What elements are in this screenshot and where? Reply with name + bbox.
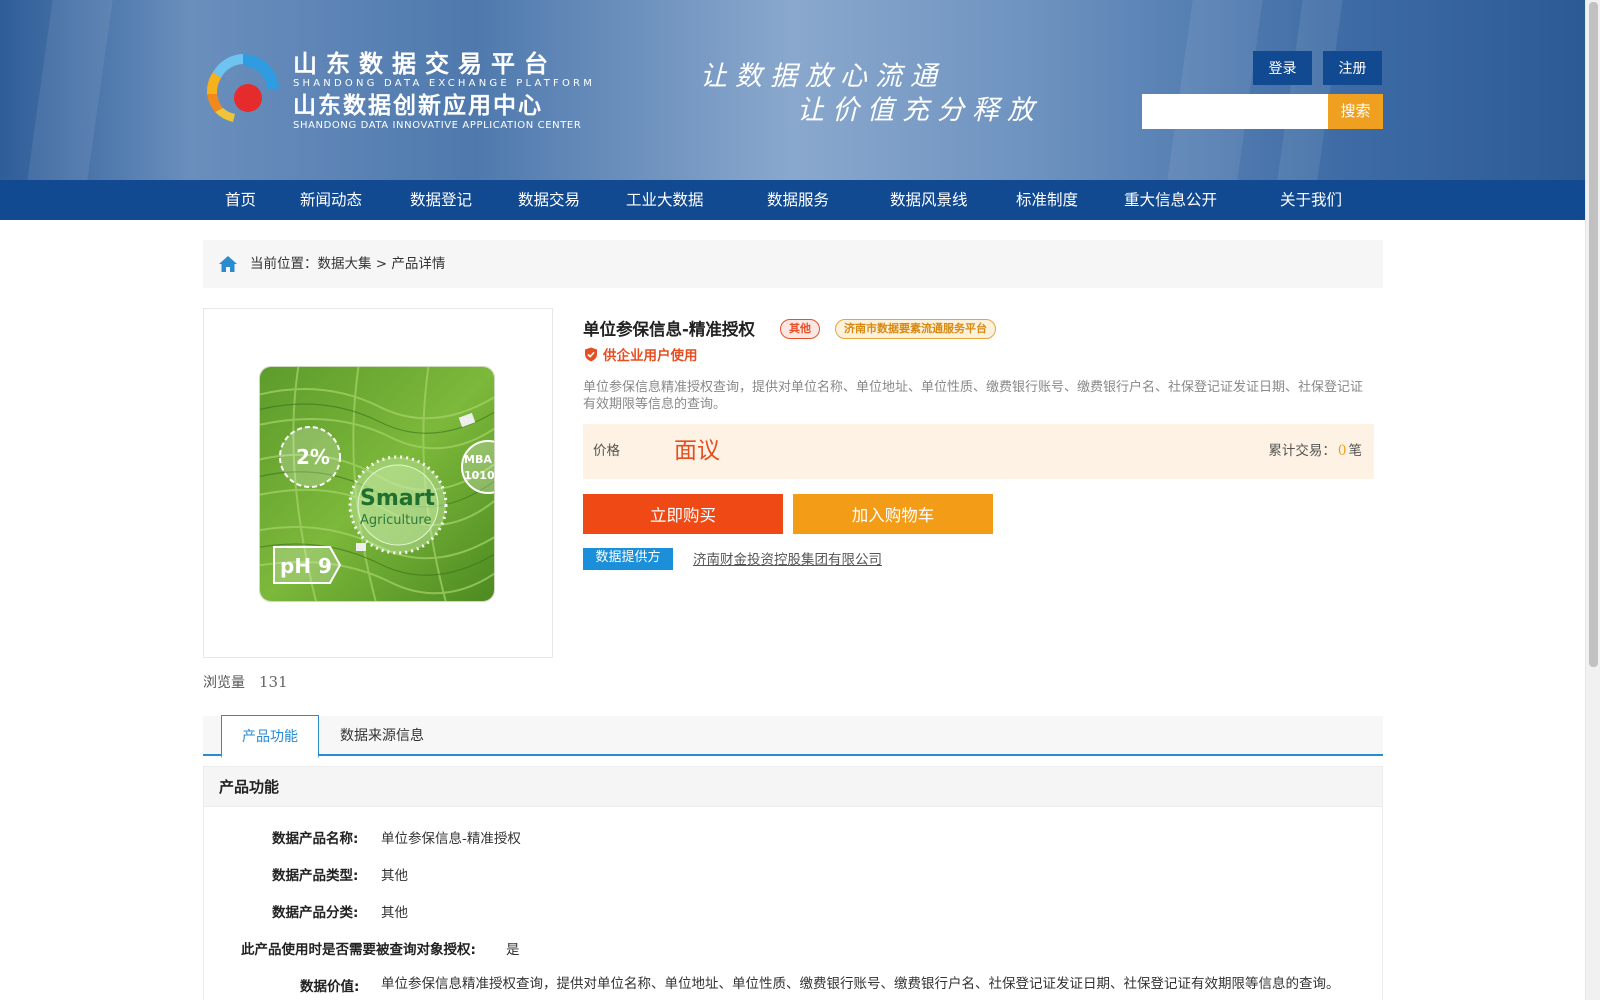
scrollbar-thumb[interactable] xyxy=(1589,2,1598,667)
brand-cn-title: 山东数据交易平台 xyxy=(293,50,557,78)
info-key: 此产品使用时是否需要被查询对象授权: xyxy=(241,942,476,958)
image-ph-label: pH 9 xyxy=(280,554,332,578)
provider-link[interactable]: 济南财金投资控股集团有限公司 xyxy=(693,548,882,568)
buy-now-button[interactable]: 立即购买 xyxy=(583,494,783,534)
image-percent-label: 2% xyxy=(296,445,330,469)
nav-item-standards[interactable]: 标准制度 xyxy=(1016,180,1078,220)
product-type-tag: 其他 xyxy=(780,319,820,339)
tab-product-function[interactable]: 产品功能 xyxy=(221,715,319,758)
home-icon[interactable] xyxy=(218,254,238,274)
nav-item-data-services[interactable]: 数据服务 xyxy=(767,180,829,220)
breadcrumb-prefix: 当前位置： xyxy=(250,256,318,272)
info-key: 数据价值: xyxy=(300,979,360,995)
info-value: 是 xyxy=(506,942,520,958)
search-input[interactable] xyxy=(1142,94,1328,129)
view-count-label: 浏览量 xyxy=(203,675,245,691)
price-panel: 价格 面议 累计交易： 0 笔 xyxy=(583,424,1374,479)
image-smart-label: Smart xyxy=(360,486,435,511)
brand-cn-subtitle: 山东数据创新应用中心 xyxy=(293,93,543,119)
image-mba-label: MBA xyxy=(464,453,492,466)
nav-item-about[interactable]: 关于我们 xyxy=(1280,180,1342,220)
breadcrumb-current: 产品详情 xyxy=(391,256,446,272)
brand-text: 山东数据交易平台 SHANDONG DATA EXCHANGE PLATFORM… xyxy=(293,50,595,132)
product-description: 单位参保信息精准授权查询，提供对单位名称、单位地址、单位性质、缴费银行账号、缴费… xyxy=(583,380,1364,412)
product-image-frame: 2% Smart Agriculture MBA 1010 pH 9 xyxy=(203,308,553,658)
enterprise-note-text: 供企业用户使用 xyxy=(603,348,698,364)
price-value: 面议 xyxy=(674,438,720,464)
slogan-line-2: 让价值充分释放 xyxy=(797,95,1042,126)
header-decoration xyxy=(27,0,113,180)
platform-tag: 济南市数据要素流通服务平台 xyxy=(835,319,996,339)
register-button[interactable]: 注册 xyxy=(1323,51,1382,85)
provider-badge: 数据提供方 xyxy=(583,548,673,570)
nav-item-disclosure[interactable]: 重大信息公开 xyxy=(1124,180,1217,220)
enterprise-note: 供企业用户使用 xyxy=(584,344,698,364)
nav-item-home[interactable]: 首页 xyxy=(225,180,256,220)
info-key: 数据产品名称: xyxy=(272,831,359,847)
info-value: 单位参保信息精准授权查询，提供对单位名称、单位地址、单位性质、缴费银行账号、缴费… xyxy=(381,976,1340,992)
nav-item-data-landscape[interactable]: 数据风景线 xyxy=(890,180,968,220)
breadcrumb-separator: > xyxy=(371,256,392,272)
nav-item-registration[interactable]: 数据登记 xyxy=(410,180,472,220)
header-decoration xyxy=(1167,0,1263,180)
product-image[interactable]: 2% Smart Agriculture MBA 1010 pH 9 xyxy=(259,366,495,602)
info-key: 数据产品分类: xyxy=(272,905,359,921)
search-button[interactable]: 搜索 xyxy=(1328,94,1383,129)
shield-check-icon xyxy=(585,347,597,362)
main-nav: 首页 新闻动态 数据登记 数据交易 工业大数据 数据服务 数据风景线 标准制度 … xyxy=(0,180,1585,220)
section-heading: 产品功能 xyxy=(204,767,1382,807)
view-count: 浏览量 131 xyxy=(203,672,288,692)
trade-count: 累计交易： 0 笔 xyxy=(1268,424,1362,479)
breadcrumb-text: 当前位置：数据大集 > 产品详情 xyxy=(250,240,445,288)
nav-item-news[interactable]: 新闻动态 xyxy=(300,180,362,220)
site-header: 山东数据交易平台 SHANDONG DATA EXCHANGE PLATFORM… xyxy=(0,0,1585,180)
info-value: 单位参保信息-精准授权 xyxy=(381,831,521,847)
price-label: 价格 xyxy=(593,443,620,459)
header-decoration xyxy=(1277,0,1343,180)
image-agriculture-label: Agriculture xyxy=(360,513,432,528)
add-to-cart-button[interactable]: 加入购物车 xyxy=(793,494,993,534)
site-logo-icon[interactable] xyxy=(203,50,283,130)
nav-item-trading[interactable]: 数据交易 xyxy=(518,180,580,220)
page-scrollbar[interactable] xyxy=(1585,0,1600,1000)
breadcrumb-link-market[interactable]: 数据大集 xyxy=(318,256,372,272)
login-button[interactable]: 登录 xyxy=(1253,51,1312,85)
smart-agriculture-image: 2% Smart Agriculture MBA 1010 pH 9 xyxy=(260,367,495,601)
info-value: 其他 xyxy=(381,905,408,921)
breadcrumb: 当前位置：数据大集 > 产品详情 xyxy=(203,240,1383,288)
brand-en-subtitle: SHANDONG DATA INNOVATIVE APPLICATION CEN… xyxy=(293,120,582,131)
trade-label: 累计交易： xyxy=(1268,443,1336,459)
brand-en-title: SHANDONG DATA EXCHANGE PLATFORM xyxy=(293,78,596,89)
info-value: 其他 xyxy=(381,868,408,884)
trade-count-value: 0 xyxy=(1337,443,1347,459)
tab-data-source[interactable]: 数据来源信息 xyxy=(320,716,444,756)
product-function-section: 产品功能 数据产品名称: 单位参保信息-精准授权 数据产品类型: 其他 数据产品… xyxy=(203,766,1383,1000)
view-count-value: 131 xyxy=(259,673,288,691)
image-number-label: 1010 xyxy=(464,469,495,482)
trade-unit: 笔 xyxy=(1348,443,1363,459)
nav-item-industrial-data[interactable]: 工业大数据 xyxy=(626,180,704,220)
detail-tabs: 产品功能 数据来源信息 xyxy=(203,715,1383,758)
product-title: 单位参保信息-精准授权 xyxy=(583,320,755,339)
info-key: 数据产品类型: xyxy=(272,868,359,884)
